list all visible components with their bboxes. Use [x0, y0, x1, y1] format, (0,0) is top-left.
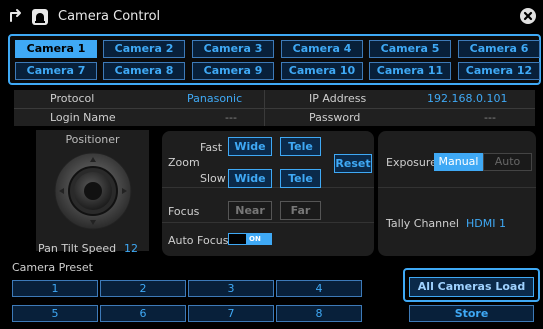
- camera-6-button[interactable]: Camera 6: [458, 40, 540, 58]
- pan-tilt-speed-label: Pan Tilt Speed: [38, 242, 117, 255]
- zoom-reset-button[interactable]: Reset: [334, 154, 372, 173]
- camera-2-button[interactable]: Camera 2: [103, 40, 185, 58]
- camera-5-button[interactable]: Camera 5: [369, 40, 451, 58]
- zoom-fast-label: Fast: [200, 141, 223, 154]
- zoom-fast-wide-button[interactable]: Wide: [228, 137, 272, 156]
- password-value: ---: [484, 111, 496, 124]
- focus-far-button[interactable]: Far: [280, 201, 321, 220]
- preset-5-button[interactable]: 5: [12, 305, 98, 322]
- camera-9-button[interactable]: Camera 9: [192, 62, 274, 80]
- camera-4-button[interactable]: Camera 4: [281, 40, 363, 58]
- camera-preset-title: Camera Preset: [12, 261, 93, 274]
- preset-7-button[interactable]: 7: [188, 305, 274, 322]
- camera-10-button[interactable]: Camera 10: [281, 62, 363, 80]
- all-cameras-load-button[interactable]: All Cameras Load: [409, 277, 534, 297]
- focus-near-button[interactable]: Near: [228, 201, 272, 220]
- camera-control-icon: [31, 8, 49, 30]
- store-button[interactable]: Store: [409, 305, 534, 322]
- auto-focus-label: Auto Focus: [168, 234, 229, 247]
- pan-tilt-joystick[interactable]: [53, 151, 133, 231]
- exposure-manual-button[interactable]: Manual: [434, 153, 483, 171]
- preset-8-button[interactable]: 8: [276, 305, 362, 322]
- zoom-fast-tele-button[interactable]: Tele: [280, 137, 321, 156]
- panel-divider: [162, 222, 374, 223]
- tally-channel-value[interactable]: HDMI 1: [466, 217, 506, 230]
- camera-11-button[interactable]: Camera 11: [369, 62, 451, 80]
- info-row-protocol: Protocol Panasonic IP Address 192.168.0.…: [14, 90, 535, 108]
- camera-3-button[interactable]: Camera 3: [192, 40, 274, 58]
- window-title: Camera Control: [58, 9, 161, 24]
- focus-label: Focus: [168, 205, 200, 218]
- login-name-value: ---: [225, 111, 237, 124]
- positioner-title: Positioner: [65, 133, 120, 146]
- exposure-label: Exposure: [386, 156, 437, 169]
- ip-address-label: IP Address: [309, 92, 367, 105]
- panel-divider: [378, 187, 536, 188]
- preset-1-button[interactable]: 1: [12, 280, 98, 297]
- tally-channel-label: Tally Channel: [386, 217, 459, 230]
- toggle-knob: [229, 234, 246, 244]
- close-icon: [523, 11, 533, 21]
- zoom-label: Zoom: [168, 156, 200, 169]
- info-row-login: Login Name --- Password ---: [14, 108, 535, 126]
- zoom-slow-label: Slow: [200, 172, 226, 185]
- close-button[interactable]: [520, 8, 536, 24]
- preset-3-button[interactable]: 3: [188, 280, 274, 297]
- preset-6-button[interactable]: 6: [100, 305, 186, 322]
- preset-2-button[interactable]: 2: [100, 280, 186, 297]
- title-bar: Camera Control: [0, 0, 543, 34]
- ip-address-value: 192.168.0.101: [427, 92, 508, 105]
- positioner-panel: Positioner: [36, 130, 149, 251]
- protocol-value: Panasonic: [187, 92, 243, 105]
- zoom-slow-wide-button[interactable]: Wide: [228, 169, 272, 188]
- camera-8-button[interactable]: Camera 8: [103, 62, 185, 80]
- camera-7-button[interactable]: Camera 7: [15, 62, 97, 80]
- auto-focus-state: ON: [249, 235, 261, 243]
- back-icon[interactable]: [8, 8, 24, 28]
- login-name-label: Login Name: [50, 111, 116, 124]
- pan-tilt-speed-value[interactable]: 12: [124, 242, 138, 255]
- exposure-auto-button[interactable]: Auto: [483, 153, 532, 171]
- camera-12-button[interactable]: Camera 12: [458, 62, 540, 80]
- protocol-label: Protocol: [50, 92, 95, 105]
- camera-info-table: Protocol Panasonic IP Address 192.168.0.…: [14, 90, 535, 126]
- auto-focus-toggle[interactable]: ON: [228, 233, 272, 245]
- camera-1-button[interactable]: Camera 1: [15, 40, 97, 58]
- preset-4-button[interactable]: 4: [276, 280, 362, 297]
- exposure-tally-panel: [378, 131, 536, 256]
- password-label: Password: [309, 111, 361, 124]
- zoom-slow-tele-button[interactable]: Tele: [280, 169, 321, 188]
